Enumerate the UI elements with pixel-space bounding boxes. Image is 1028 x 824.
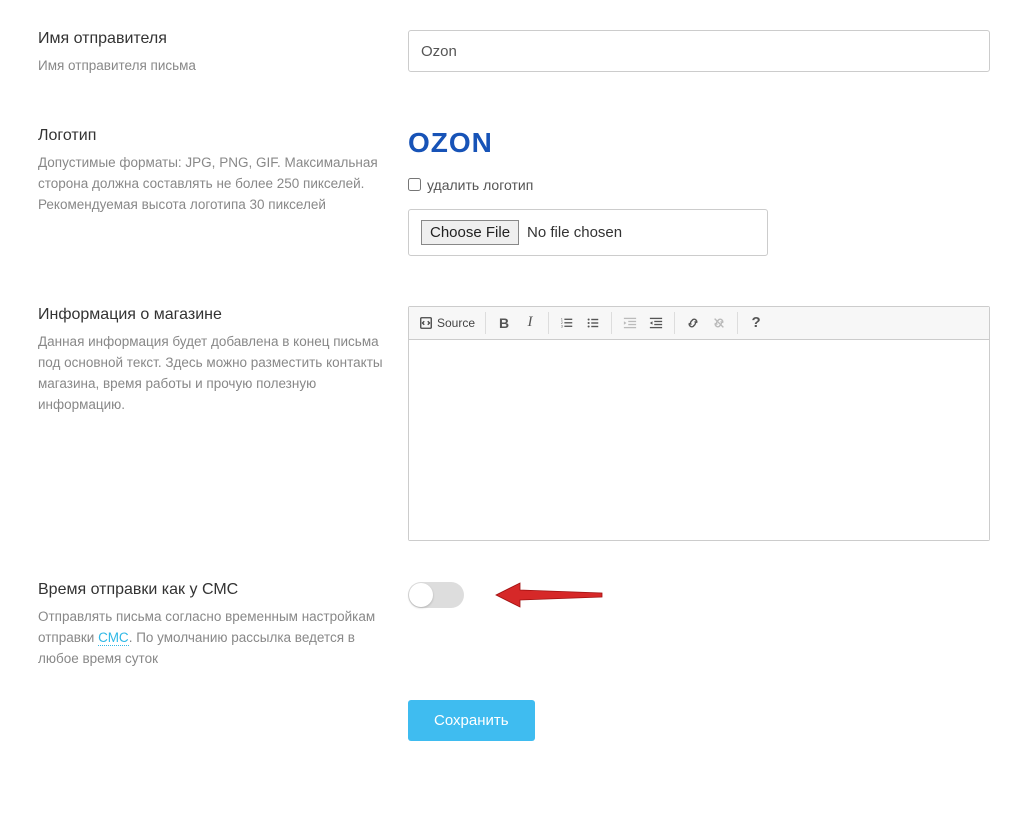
rich-text-editor: Source B I 123: [408, 306, 990, 541]
sender-name-input[interactable]: [408, 30, 990, 72]
svg-text:3: 3: [561, 324, 563, 328]
delete-logo-checkbox[interactable]: [408, 178, 421, 191]
logo-brand-text: OZON: [408, 127, 493, 158]
editor-toolbar: Source B I 123: [409, 307, 989, 340]
toolbar-separator: [674, 312, 675, 334]
outdent-icon: [623, 316, 637, 330]
send-time-toggle[interactable]: [408, 582, 464, 608]
source-label: Source: [437, 316, 475, 330]
delete-logo-label: удалить логотип: [427, 177, 533, 193]
logo-title: Логотип: [38, 127, 388, 145]
outdent-button[interactable]: [618, 311, 642, 335]
indent-button[interactable]: [644, 311, 668, 335]
sender-name-help: Имя отправителя письма: [38, 56, 388, 77]
bold-button[interactable]: B: [492, 311, 516, 335]
choose-file-button[interactable]: Choose File: [421, 220, 519, 245]
italic-button[interactable]: I: [518, 311, 542, 335]
arrow-annotation: [494, 581, 604, 609]
source-button[interactable]: Source: [415, 311, 479, 335]
send-time-title: Время отправки как у СМС: [38, 581, 388, 599]
sms-link[interactable]: СМС: [98, 630, 129, 646]
file-input-wrap[interactable]: Choose File No file chosen: [408, 209, 768, 256]
save-button[interactable]: Сохранить: [408, 700, 535, 741]
numbered-list-button[interactable]: 123: [555, 311, 579, 335]
numbered-list-icon: 123: [560, 316, 574, 330]
send-time-help: Отправлять письма согласно временным нас…: [38, 607, 388, 670]
toggle-knob: [409, 583, 433, 607]
logo-preview: OZON: [408, 127, 990, 159]
bullet-list-icon: [586, 316, 600, 330]
store-info-title: Информация о магазине: [38, 306, 388, 324]
help-button[interactable]: ?: [744, 311, 768, 335]
toolbar-separator: [548, 312, 549, 334]
file-status-text: No file chosen: [527, 224, 622, 241]
source-icon: [419, 316, 433, 330]
toolbar-separator: [485, 312, 486, 334]
delete-logo-row[interactable]: удалить логотип: [408, 177, 990, 193]
link-button[interactable]: [681, 311, 705, 335]
toolbar-separator: [611, 312, 612, 334]
unlink-icon: [712, 316, 726, 330]
sender-name-title: Имя отправителя: [38, 30, 388, 48]
store-info-help: Данная информация будет добавлена в коне…: [38, 332, 388, 416]
logo-help: Допустимые форматы: JPG, PNG, GIF. Макси…: [38, 153, 388, 216]
indent-icon: [649, 316, 663, 330]
bullet-list-button[interactable]: [581, 311, 605, 335]
toolbar-separator: [737, 312, 738, 334]
arrow-left-icon: [494, 581, 604, 609]
editor-textarea[interactable]: [409, 340, 989, 540]
link-icon: [686, 316, 700, 330]
unlink-button[interactable]: [707, 311, 731, 335]
